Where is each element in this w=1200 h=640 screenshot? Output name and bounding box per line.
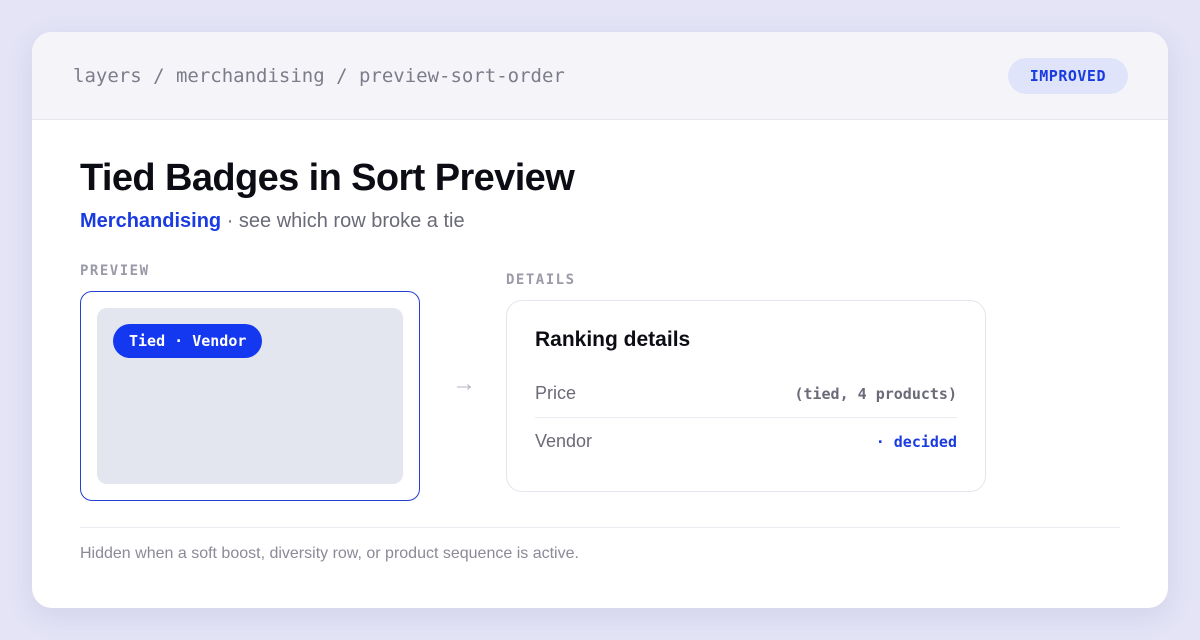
breadcrumb[interactable]: layers / merchandising / preview-sort-or… xyxy=(73,65,565,87)
details-card-title: Ranking details xyxy=(535,328,691,351)
right-arrow-icon: → xyxy=(452,370,476,397)
product-tile-preview: Tied · Vendor xyxy=(97,308,403,484)
preview-frame: Tied · Vendor xyxy=(80,291,420,501)
preview-section-label: PREVIEW xyxy=(80,263,150,279)
detail-row-value: (tied, 4 products) xyxy=(794,385,957,403)
detail-row-name: Price xyxy=(535,383,577,403)
footer-divider xyxy=(80,527,1120,528)
detail-row-value: · decided xyxy=(875,433,957,451)
detail-row-price: Price (tied, 4 products) xyxy=(535,369,957,418)
subtitle-description: · see which row broke a tie xyxy=(221,210,465,232)
card-header: layers / merchandising / preview-sort-or… xyxy=(32,32,1168,120)
footnote: Hidden when a soft boost, diversity row,… xyxy=(80,545,579,562)
subtitle-category: Merchandising xyxy=(80,210,222,232)
tied-badge: Tied · Vendor xyxy=(113,324,263,358)
detail-row-name: Vendor xyxy=(535,431,593,451)
detail-row-vendor: Vendor · decided xyxy=(535,417,957,465)
page-title: Tied Badges in Sort Preview xyxy=(80,157,575,199)
feature-card: layers / merchandising / preview-sort-or… xyxy=(32,32,1168,608)
details-section-label: DETAILS xyxy=(506,272,576,288)
status-badge: IMPROVED xyxy=(1007,58,1128,94)
page-subtitle: Merchandising · see which row broke a ti… xyxy=(80,210,465,233)
ranking-details-card: Ranking details Price (tied, 4 products)… xyxy=(506,300,986,492)
